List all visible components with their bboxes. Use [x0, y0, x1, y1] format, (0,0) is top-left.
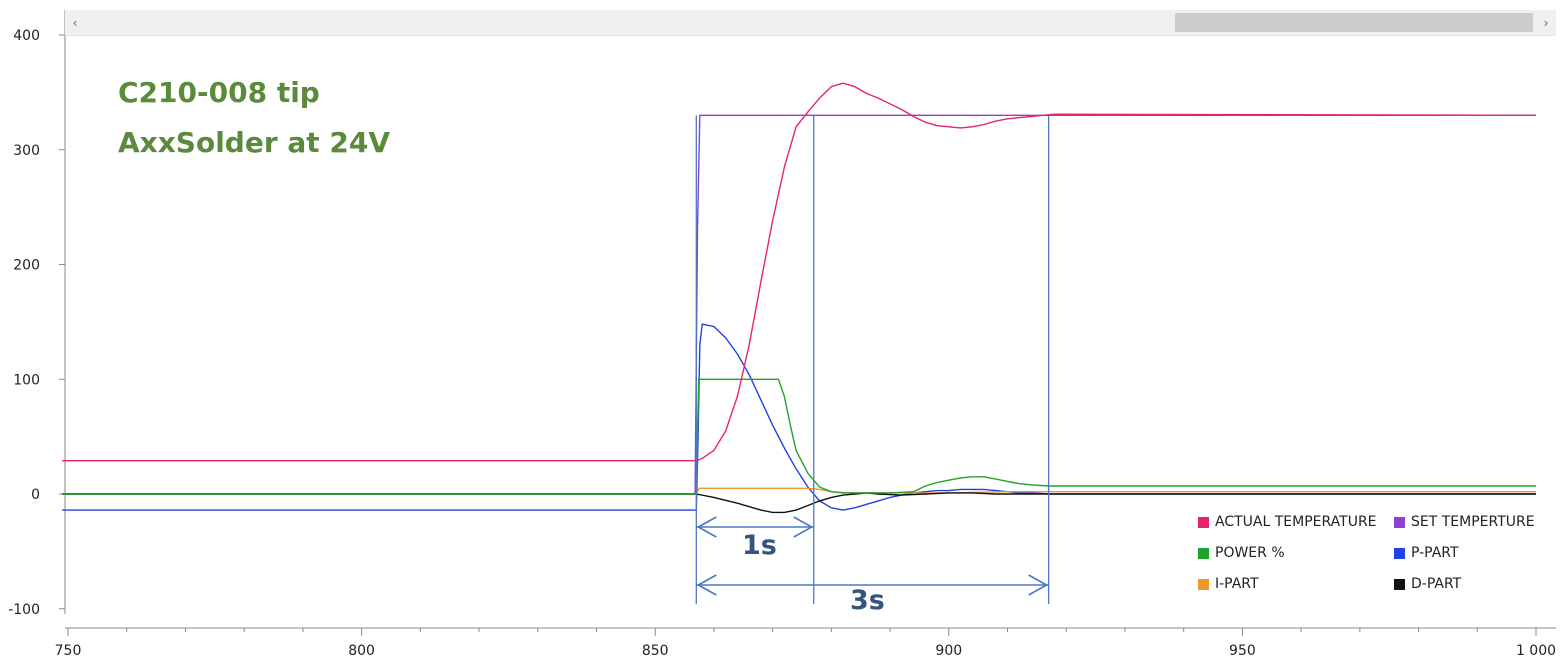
- span-1s-label: 1s: [742, 530, 777, 561]
- legend-item: ACTUAL TEMPERATURE: [1198, 514, 1377, 530]
- span-3s-label: 3s: [850, 585, 885, 616]
- legend-label: I-PART: [1215, 576, 1259, 592]
- legend-label: POWER %: [1215, 545, 1285, 561]
- annotation-tip: C210-008 tip: [118, 76, 320, 109]
- x-tick-label: 900: [935, 643, 962, 659]
- y-axis-ticks: -100 0 100 200 300 400: [8, 28, 65, 618]
- legend-swatch: [1198, 547, 1209, 559]
- scroll-left-icon[interactable]: ‹: [65, 10, 85, 35]
- y-tick-label: 300: [13, 143, 40, 159]
- x-tick-label: 1 000: [1516, 643, 1556, 659]
- legend-label: P-PART: [1411, 545, 1459, 561]
- legend-swatch: [1394, 547, 1405, 559]
- y-tick-label: -100: [8, 602, 40, 618]
- legend-label: D-PART: [1411, 576, 1462, 592]
- y-tick-label: 100: [13, 372, 40, 388]
- legend-item: P-PART: [1394, 545, 1459, 561]
- legend-item: POWER %: [1198, 545, 1285, 561]
- legend-swatch: [1198, 578, 1209, 590]
- legend-item: I-PART: [1198, 576, 1259, 592]
- scroll-thumb[interactable]: [1175, 13, 1533, 32]
- legend-swatch: [1394, 516, 1405, 528]
- chart-window: -100 0 100 200 300 400 750 800 850 900 950 1 000 ‹…: [0, 0, 1566, 666]
- x-tick-label: 950: [1229, 643, 1256, 659]
- y-tick-label: 0: [31, 487, 40, 503]
- legend-item: SET TEMPERTURE: [1394, 514, 1535, 530]
- x-tick-label: 850: [642, 643, 669, 659]
- x-axis-ticks: 750 800 850 900 950 1 000: [55, 628, 1556, 659]
- y-tick-label: 400: [13, 28, 40, 44]
- horizontal-scrollbar[interactable]: ‹ ›: [65, 10, 1556, 36]
- legend-label: SET TEMPERTURE: [1411, 514, 1535, 530]
- legend: ACTUAL TEMPERATURE SET TEMPERTURE POWER % P…: [1198, 514, 1558, 604]
- x-tick-label: 750: [55, 643, 82, 659]
- legend-label: ACTUAL TEMPERATURE: [1215, 514, 1377, 530]
- annotation-voltage: AxxSolder at 24V: [118, 126, 391, 159]
- x-tick-label: 800: [348, 643, 375, 659]
- y-tick-label: 200: [13, 258, 40, 274]
- legend-swatch: [1198, 516, 1209, 528]
- legend-item: D-PART: [1394, 576, 1461, 592]
- scroll-right-icon[interactable]: ›: [1536, 10, 1556, 35]
- legend-swatch: [1394, 578, 1405, 590]
